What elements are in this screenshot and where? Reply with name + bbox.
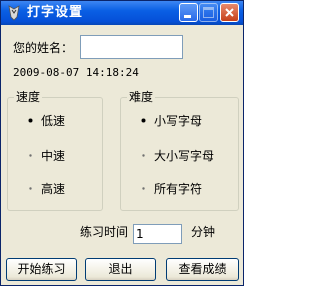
radio-unselected-icon: [29, 154, 32, 157]
speed-group-title: 速度: [14, 90, 43, 104]
datetime-display: 2009-08-07 14:18:24: [13, 66, 139, 79]
radio-selected-icon: [141, 118, 146, 123]
practice-minutes-input[interactable]: [133, 224, 182, 244]
radio-label: 高速: [41, 182, 66, 196]
title-bar[interactable]: 打字设置: [1, 1, 243, 25]
name-input[interactable]: [80, 35, 183, 59]
minimize-icon: [184, 15, 191, 18]
exit-button[interactable]: 退出: [85, 258, 156, 281]
radio-label: 大小写字母: [154, 149, 215, 163]
name-label: 您的姓名：: [13, 41, 74, 55]
app-icon: [6, 5, 22, 21]
close-button[interactable]: [220, 3, 239, 22]
start-practice-button[interactable]: 开始练习: [6, 258, 77, 281]
radio-label: 所有字符: [154, 182, 203, 196]
close-icon: [225, 8, 234, 17]
speed-group: 速度 低速 中速 高速: [7, 90, 103, 211]
practice-time-label: 练习时间: [80, 225, 129, 239]
radio-unselected-icon: [29, 187, 32, 190]
radio-label: 低速: [41, 114, 66, 128]
radio-unselected-icon: [142, 187, 145, 190]
radio-label: 小写字母: [154, 114, 203, 128]
minimize-button[interactable]: [179, 3, 198, 22]
minutes-unit-label: 分钟: [191, 225, 216, 239]
radio-selected-icon: [28, 118, 33, 123]
maximize-button[interactable]: [199, 3, 218, 22]
typing-settings-window: 打字设置 您的姓名： 2009-08-07 14:18:24 速度 低速 中速: [0, 0, 244, 286]
radio-label: 中速: [41, 149, 66, 163]
radio-unselected-icon: [142, 154, 145, 157]
view-scores-button[interactable]: 查看成绩: [166, 258, 239, 281]
difficulty-group: 难度 小写字母 大小写字母 所有字符: [120, 90, 239, 211]
maximize-icon: [203, 7, 214, 18]
difficulty-group-title: 难度: [127, 90, 156, 104]
window-title: 打字设置: [27, 5, 84, 20]
